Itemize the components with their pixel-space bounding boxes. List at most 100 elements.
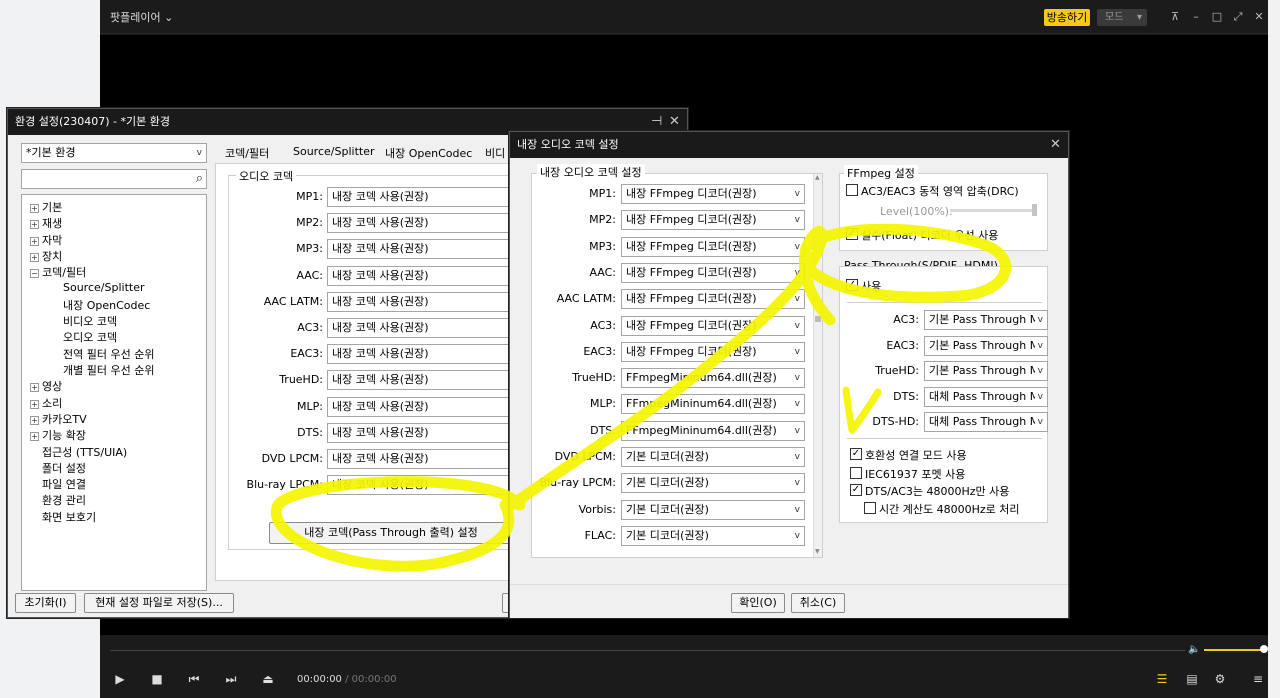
- codec-select[interactable]: 내장 FFmpeg 디코더(권장) v: [621, 210, 805, 231]
- tree-item[interactable]: + 자막: [30, 232, 62, 248]
- tree-item[interactable]: 개별 필터 우선 순위: [63, 362, 154, 378]
- tree-item[interactable]: 내장 OpenCodec: [63, 297, 150, 313]
- next-icon[interactable]: ⏭: [223, 671, 239, 687]
- dts48-checkbox[interactable]: ✓: [850, 484, 862, 496]
- iec-checkbox[interactable]: [850, 467, 862, 479]
- save-settings-button[interactable]: 현재 설정 파일로 저장(S)...: [84, 593, 234, 613]
- tree-item[interactable]: + 소리: [30, 395, 62, 411]
- codec-select[interactable]: 내장 코덱 사용(권장): [327, 449, 517, 469]
- level-slider[interactable]: [950, 209, 1036, 212]
- collapse-icon[interactable]: −: [30, 269, 39, 279]
- codec-select[interactable]: 내장 코덱 사용(권장): [327, 187, 517, 207]
- codec-select[interactable]: 내장 코덱 사용(권장): [327, 422, 517, 443]
- codec-select[interactable]: 기본 디코더(권장) v: [621, 499, 805, 520]
- codec-select[interactable]: 내장 코덱 사용(권장): [327, 318, 517, 338]
- tree-item[interactable]: + 기능 확장: [30, 427, 86, 443]
- expand-icon[interactable]: +: [30, 220, 39, 230]
- fullscreen-icon[interactable]: ⤢: [1230, 9, 1246, 25]
- codec-list-scrollbar[interactable]: ▲ ▼: [813, 174, 822, 557]
- tree-item[interactable]: 비디오 코덱: [63, 313, 117, 329]
- reset-button[interactable]: 초기화(I): [15, 593, 76, 613]
- compat-checkbox[interactable]: ✓: [850, 448, 862, 460]
- codec-select[interactable]: 내장 코덱 사용(권장): [327, 213, 517, 234]
- codec-select[interactable]: 내장 코덱 사용(권장): [327, 475, 517, 496]
- cancel-button[interactable]: 취소(C): [791, 593, 845, 613]
- codec-select[interactable]: 기본 디코더(권장) v: [621, 525, 805, 546]
- expand-icon[interactable]: +: [30, 432, 39, 442]
- passthrough-select[interactable]: 대체 Pass Through Mv: [924, 386, 1048, 407]
- level-slider-knob[interactable]: [1032, 204, 1037, 216]
- codec-select[interactable]: 내장 코덱 사용(권장): [327, 396, 517, 417]
- tree-item[interactable]: + 재생: [30, 215, 62, 231]
- volume-knob[interactable]: [1260, 645, 1268, 653]
- time48-checkbox[interactable]: [864, 502, 876, 514]
- profile-select[interactable]: *기본 환경 v: [21, 143, 207, 163]
- codec-select[interactable]: 내장 FFmpeg 디코더(권장) v: [621, 184, 805, 204]
- playlist-search-icon[interactable]: ☰: [1154, 671, 1170, 687]
- codec-select[interactable]: FFmpegMininum64.dll(권장) v: [621, 394, 805, 415]
- search-icon[interactable]: ⌕: [196, 170, 203, 188]
- passthrough-settings-button[interactable]: 내장 코덱(Pass Through 출력) 설정: [269, 522, 513, 544]
- expand-icon[interactable]: +: [30, 236, 39, 246]
- scroll-down-icon[interactable]: ▼: [815, 548, 820, 555]
- tab-2[interactable]: 내장 OpenCodec: [385, 145, 472, 161]
- tree-item[interactable]: − 코덱/필터: [30, 264, 86, 280]
- expand-icon[interactable]: +: [30, 383, 39, 393]
- gear-icon[interactable]: ⚙: [1212, 671, 1228, 687]
- tree-item[interactable]: 전역 필터 우선 순위: [63, 346, 154, 362]
- codec-select[interactable]: 기본 디코더(권장) v: [621, 473, 805, 494]
- tree-item[interactable]: 폴더 설정: [30, 460, 86, 476]
- codec-select[interactable]: 내장 FFmpeg 디코더(권장) v: [621, 289, 805, 310]
- passthrough-select[interactable]: 대체 Pass Through Mv: [924, 412, 1048, 432]
- tree-item[interactable]: Source/Splitter: [63, 281, 144, 294]
- codec-select[interactable]: 내장 코덱 사용(권장): [327, 370, 517, 391]
- broadcast-button[interactable]: 방송하기: [1044, 9, 1090, 26]
- codec-select[interactable]: 내장 코덱 사용(권장): [327, 239, 517, 260]
- expand-icon[interactable]: +: [30, 252, 39, 262]
- codec-select[interactable]: 내장 FFmpeg 디코더(권장) v: [621, 236, 805, 257]
- tree-search-input[interactable]: ⌕: [21, 169, 207, 189]
- mode-button[interactable]: 모드 ▾: [1097, 9, 1147, 26]
- passthrough-select[interactable]: 기본 Pass Through Mv: [924, 335, 1048, 356]
- codec-select[interactable]: 내장 코덱 사용(권장): [327, 344, 517, 365]
- codec-select[interactable]: 내장 FFmpeg 디코더(권장) v: [621, 341, 805, 362]
- passthrough-select[interactable]: 기본 Pass Through Mv: [924, 361, 1048, 381]
- codec-select[interactable]: 내장 FFmpeg 디코더(권장) v: [621, 315, 805, 336]
- expand-icon[interactable]: +: [30, 204, 39, 213]
- maximize-icon[interactable]: □: [1209, 9, 1225, 25]
- tree-item[interactable]: + 장치: [30, 248, 62, 264]
- ok-button[interactable]: 확인(O): [731, 593, 785, 613]
- codec-select[interactable]: FFmpegMininum64.dll(권장) v: [621, 420, 805, 441]
- menu-icon[interactable]: ≡: [1250, 671, 1266, 687]
- tree-item[interactable]: + 기본: [30, 199, 62, 215]
- passthrough-use-checkbox[interactable]: ✓: [846, 279, 858, 291]
- codec-select[interactable]: 내장 코덱 사용(권장): [327, 265, 517, 286]
- player-title[interactable]: 팟플레이어 ⌄: [110, 9, 173, 25]
- scroll-up-icon[interactable]: ▲: [815, 174, 820, 181]
- scroll-thumb[interactable]: [815, 316, 821, 322]
- close-icon[interactable]: ✕: [1251, 9, 1267, 25]
- tree-item[interactable]: + 카카오TV: [30, 411, 87, 427]
- tree-item[interactable]: 환경 관리: [30, 492, 86, 508]
- codec-select[interactable]: FFmpegMininum64.dll(권장) v: [621, 368, 805, 389]
- tab-0[interactable]: 코덱/필터: [225, 145, 269, 161]
- volume-slider[interactable]: [1204, 649, 1264, 651]
- drc-checkbox[interactable]: [846, 184, 858, 196]
- tab-1[interactable]: Source/Splitter: [293, 145, 374, 158]
- tree-item[interactable]: + 영상: [30, 378, 62, 394]
- tree-item[interactable]: 오디오 코덱: [63, 329, 117, 345]
- tab-3[interactable]: 비디: [485, 145, 505, 161]
- codec-select[interactable]: 내장 코덱 사용(권장): [327, 291, 517, 312]
- minimize-icon[interactable]: –: [1188, 9, 1204, 25]
- pin-icon[interactable]: ⊼: [1167, 9, 1183, 25]
- stop-icon[interactable]: ■: [149, 671, 165, 687]
- close-icon[interactable]: ✕: [1050, 132, 1061, 158]
- tree-item[interactable]: 화면 보호기: [30, 509, 96, 525]
- passthrough-select[interactable]: 기본 Pass Through Mv: [924, 310, 1048, 330]
- codec-select[interactable]: 내장 FFmpeg 디코더(권장) v: [621, 262, 805, 283]
- float-checkbox[interactable]: ✓: [846, 228, 858, 240]
- prev-icon[interactable]: ⏮: [186, 671, 202, 687]
- play-icon[interactable]: ▶: [112, 671, 128, 687]
- chapter-icon[interactable]: ▤: [1184, 671, 1200, 687]
- eject-icon[interactable]: ⏏: [260, 671, 276, 687]
